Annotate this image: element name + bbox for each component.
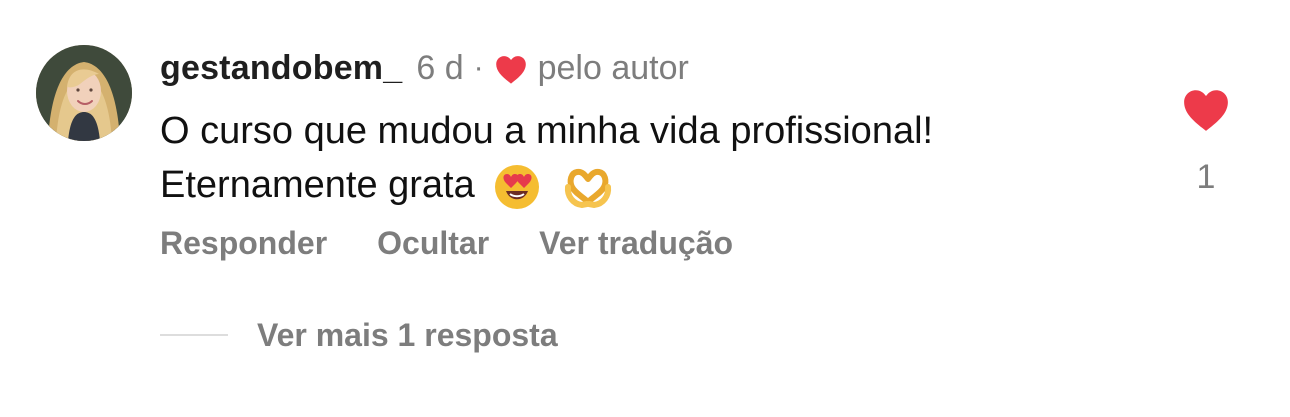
- see-translation-button[interactable]: Ver tradução: [539, 225, 733, 262]
- view-replies-button[interactable]: Ver mais 1 resposta: [257, 317, 558, 354]
- comment-line-2: Eternamente grata: [160, 158, 1140, 212]
- comment-line-1: O curso que mudou a minha vida profissio…: [160, 110, 934, 152]
- heart-eyes-emoji-icon: [495, 164, 540, 209]
- comment-actions: Responder Ocultar Ver tradução: [160, 221, 733, 265]
- replies-divider: [160, 334, 228, 336]
- comment-line-2-text: Eternamente grata: [160, 164, 475, 206]
- metadata-separator: ·: [473, 51, 484, 84]
- comment-text: O curso que mudou a minha vida profissio…: [160, 104, 1140, 212]
- like-count: 1: [1196, 158, 1216, 196]
- author-liked-heart-icon: [495, 55, 526, 84]
- liked-by-author-label: pelo autor: [537, 48, 689, 87]
- heart-hands-emoji-icon: [564, 168, 611, 209]
- username[interactable]: gestandobem_: [160, 49, 402, 88]
- hide-button[interactable]: Ocultar: [377, 225, 489, 262]
- avatar[interactable]: [36, 45, 132, 141]
- comment-time: 6 d: [416, 48, 464, 87]
- comment-like-area[interactable]: 1: [1177, 84, 1235, 204]
- comment-header: gestandobem_ 6 d · pelo autor: [160, 46, 689, 90]
- reply-button[interactable]: Responder: [160, 225, 327, 262]
- like-heart-icon[interactable]: [1181, 87, 1231, 133]
- view-replies-row[interactable]: Ver mais 1 resposta: [160, 314, 558, 356]
- profile-photo: [36, 45, 132, 141]
